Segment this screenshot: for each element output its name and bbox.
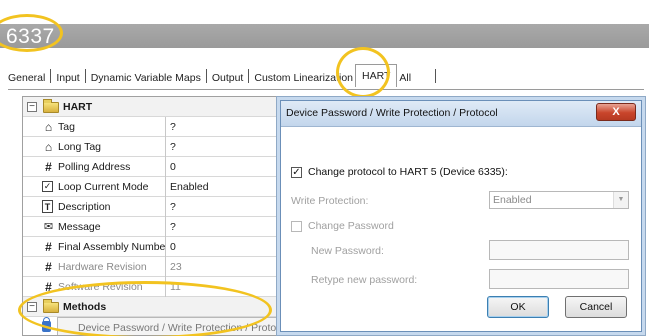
property-name: Final Assembly Number	[38, 237, 166, 257]
cancel-button[interactable]: Cancel	[565, 296, 627, 318]
tab-separator	[50, 69, 52, 83]
write-protection-label: Write Protection:	[291, 195, 369, 207]
property-name: Hardware Revision	[38, 257, 166, 277]
highlight-circle-methods	[18, 281, 272, 336]
group-label: HART	[63, 101, 93, 113]
tab-underline	[8, 89, 644, 90]
write-protection-select[interactable]: Enabled ▼	[489, 191, 629, 209]
property-value[interactable]: ?	[167, 117, 277, 137]
retype-password-label: Retype new password:	[311, 274, 418, 286]
tab-dynamic-variable-maps[interactable]: Dynamic Variable Maps	[89, 68, 203, 88]
device-header-bar: 6337	[0, 24, 649, 48]
tab-separator	[248, 69, 250, 83]
dialog-title-bar: Device Password / Write Protection / Pro…	[281, 101, 641, 127]
password-protocol-dialog: Device Password / Write Protection / Pro…	[280, 100, 642, 332]
property-value: 23	[170, 261, 182, 273]
close-button[interactable]: X	[596, 103, 636, 121]
change-password-checkbox[interactable]	[291, 221, 302, 232]
tab-separator	[435, 69, 437, 83]
dialog-title: Device Password / Write Protection / Pro…	[286, 107, 498, 119]
write-protection-value: Enabled	[493, 194, 532, 206]
highlight-circle-hart-tab	[336, 47, 390, 98]
retype-password-field[interactable]	[489, 269, 629, 289]
new-password-field[interactable]	[489, 240, 629, 260]
property-value[interactable]: 0	[167, 237, 277, 257]
property-name: Message	[38, 217, 166, 237]
chevron-down-icon[interactable]: ▼	[613, 192, 628, 208]
tab-separator	[205, 69, 207, 83]
ok-button[interactable]: OK	[487, 296, 549, 318]
property-name: Tag	[38, 117, 166, 137]
property-value[interactable]: ?	[167, 197, 277, 217]
tab-all[interactable]: All	[397, 68, 413, 88]
tab-output[interactable]: Output	[210, 68, 246, 88]
property-name: Description	[38, 197, 166, 217]
property-name: Polling Address	[38, 157, 166, 177]
property-value[interactable]: Enabled	[167, 177, 277, 197]
dialog-body: ✓ Change protocol to HART 5 (Device 6335…	[281, 128, 641, 333]
change-protocol-label: Change protocol to HART 5 (Device 6335):	[308, 166, 508, 178]
new-password-label: New Password:	[311, 245, 384, 257]
tab-input[interactable]: Input	[54, 68, 81, 88]
change-password-label: Change Password	[308, 220, 394, 232]
property-value[interactable]: ?	[167, 217, 277, 237]
tab-separator	[84, 69, 86, 83]
screenshot-page: 6337 General Input Dynamic Variable Maps Ou…	[0, 0, 649, 336]
change-protocol-checkbox[interactable]: ✓	[291, 167, 302, 178]
property-name: Loop Current Mode	[38, 177, 166, 197]
property-name: Long Tag	[38, 137, 166, 157]
tab-general[interactable]: General	[6, 68, 47, 88]
property-value[interactable]: 0	[167, 157, 277, 177]
property-value[interactable]: ?	[167, 137, 277, 157]
